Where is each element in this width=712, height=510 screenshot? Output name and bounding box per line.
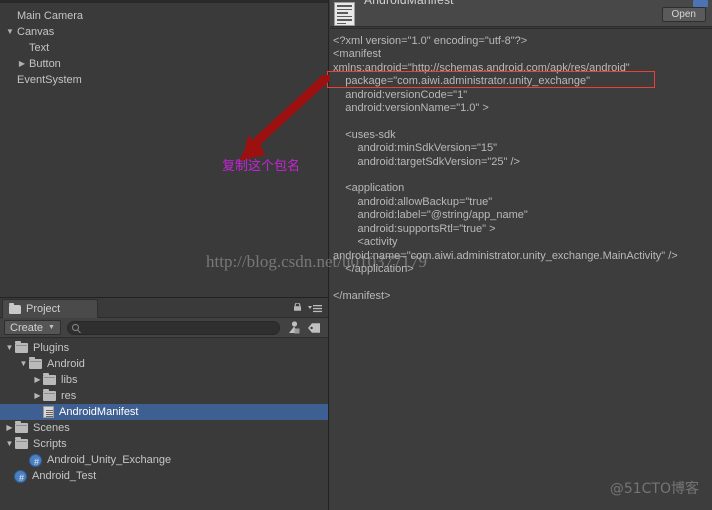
expand-triangle-icon[interactable]: ▼ (4, 24, 16, 40)
hierarchy-item-label: Text (29, 42, 50, 54)
project-tab-bar: Project (0, 299, 328, 318)
tree-item-plugins[interactable]: ▼ Plugins (0, 340, 328, 356)
open-button[interactable]: Open (661, 7, 706, 22)
document-icon (43, 406, 54, 418)
hierarchy-item-button[interactable]: ▶ Button (0, 56, 328, 72)
folder-icon (43, 372, 56, 385)
expand-triangle-icon[interactable]: ▶ (32, 372, 43, 388)
project-file-tree: ▼ Plugins ▼ Android ▶ libs ▶ res Android… (0, 338, 328, 509)
hierarchy-item-eventsystem[interactable]: EventSystem (0, 72, 328, 88)
tree-item-android-test[interactable]: Android_Test (0, 468, 328, 486)
hierarchy-item-label: Button (29, 58, 61, 70)
expand-triangle-icon[interactable]: ▶ (16, 56, 28, 72)
tree-item-label: Android_Test (32, 470, 97, 482)
expand-triangle-icon[interactable]: ▼ (4, 436, 15, 452)
expand-triangle-icon[interactable]: ▶ (32, 388, 43, 404)
lock-icon[interactable] (293, 303, 302, 311)
inspector-header: AndroidManifest Open (330, 0, 712, 27)
hierarchy-item-label: Canvas (17, 26, 55, 38)
tree-item-android-unity-exchange[interactable]: Android_Unity_Exchange (0, 452, 328, 470)
tree-item-label: Plugins (33, 342, 70, 354)
favorites-icon[interactable] (284, 320, 304, 336)
page-title: AndroidManifest (364, 0, 454, 7)
hierarchy-item-canvas[interactable]: ▼ Canvas (0, 24, 328, 40)
tree-item-scripts[interactable]: ▼ Scripts (0, 436, 328, 452)
tree-item-androidmanifest[interactable]: AndroidManifest (0, 404, 328, 420)
tree-item-label: res (61, 390, 77, 402)
tree-item-label: libs (61, 374, 78, 386)
folder-icon (15, 420, 28, 433)
tree-item-label: Scripts (33, 438, 67, 450)
folder-icon (15, 436, 28, 449)
unity-editor-window: Main Camera ▼ Canvas Text ▶ Button Event… (0, 0, 712, 510)
folder-icon (29, 356, 42, 369)
project-toolbar: Create ▼ (0, 318, 328, 338)
tree-item-scenes[interactable]: ▶ Scenes (0, 420, 328, 436)
hierarchy-item-text[interactable]: Text (0, 40, 328, 56)
inspector-corner-icon[interactable] (693, 0, 708, 7)
tab-label: Project (26, 303, 61, 315)
chevron-down-icon: ▼ (48, 324, 55, 331)
create-label: Create (10, 321, 44, 334)
folder-icon (43, 388, 56, 401)
inspector-panel: AndroidManifest Open <?xml version="1.0"… (327, 0, 712, 510)
left-column: Main Camera ▼ Canvas Text ▶ Button Event… (0, 0, 330, 510)
tree-item-label: Android (47, 358, 85, 370)
tree-item-android[interactable]: ▼ Android (0, 356, 328, 372)
xml-content-view: <?xml version="1.0" encoding="utf-8"?> <… (330, 28, 712, 510)
create-button[interactable]: Create ▼ (4, 320, 61, 335)
folder-icon (9, 302, 21, 314)
annotation-arrow-icon (239, 75, 330, 161)
expand-triangle-icon[interactable]: ▼ (18, 356, 29, 372)
text-document-thumbnail-icon (334, 2, 355, 26)
tree-item-label: Android_Unity_Exchange (47, 454, 172, 466)
search-icon (71, 324, 79, 331)
project-panel: Project Create ▼ ▼ Plugins ▼ Android ▶ l… (0, 299, 328, 510)
hierarchy-item-label: EventSystem (17, 74, 82, 86)
tree-item-res[interactable]: ▶ res (0, 388, 328, 404)
tab-project[interactable]: Project (2, 299, 98, 318)
tag-label-icon[interactable] (304, 320, 324, 336)
tree-item-libs[interactable]: ▶ libs (0, 372, 328, 388)
folder-icon (15, 340, 28, 353)
tree-item-label: Scenes (33, 422, 70, 434)
search-input[interactable] (82, 321, 279, 334)
search-field[interactable] (66, 320, 280, 335)
expand-triangle-icon[interactable]: ▶ (4, 420, 15, 436)
hamburger-menu-icon[interactable] (307, 304, 323, 313)
annotation-text: 复制这个包名 (222, 159, 301, 174)
csharp-script-icon (29, 453, 43, 470)
expand-triangle-icon[interactable]: ▼ (4, 340, 15, 356)
hierarchy-item-label: Main Camera (17, 10, 84, 22)
hierarchy-item-main-camera[interactable]: Main Camera (0, 8, 328, 24)
csharp-script-icon (14, 469, 28, 486)
tree-item-label: AndroidManifest (59, 406, 139, 418)
hierarchy-panel: Main Camera ▼ Canvas Text ▶ Button Event… (0, 0, 330, 298)
